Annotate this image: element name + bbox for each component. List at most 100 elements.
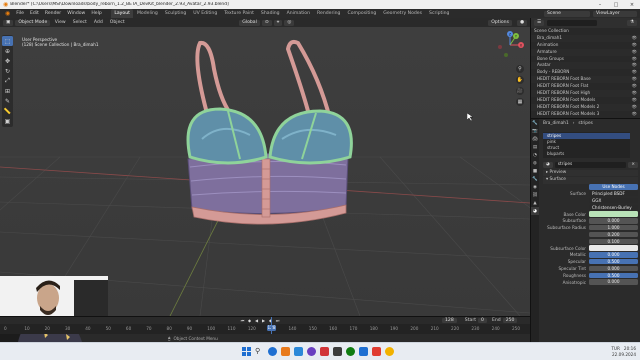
taskbar-app-icon[interactable] xyxy=(307,347,316,356)
rotate-icon[interactable]: ↻ xyxy=(2,66,13,76)
color-swatch[interactable] xyxy=(589,245,638,251)
visibility-eye-icon[interactable]: 👁 xyxy=(632,76,637,83)
camera-icon[interactable]: 🎥 xyxy=(516,87,524,95)
play-icon[interactable]: ▶ xyxy=(261,318,266,323)
close-button[interactable]: × xyxy=(624,2,640,8)
surface-shader-field[interactable]: Principled BSDF xyxy=(589,191,638,197)
visibility-eye-icon[interactable]: 👁 xyxy=(632,104,637,111)
bsdf-value-field[interactable]: 0.000 xyxy=(589,265,638,272)
material-name-field[interactable]: stripes xyxy=(554,162,627,169)
physics-tab-icon[interactable]: ◉ xyxy=(531,183,539,191)
taskbar-app-icon[interactable] xyxy=(268,347,277,356)
data-tab-icon[interactable]: ▲ xyxy=(531,199,539,207)
tab-layout[interactable]: Layout xyxy=(110,9,134,18)
start-frame-field[interactable]: 0 xyxy=(478,318,487,323)
outliner-editor-icon[interactable]: ☰ xyxy=(534,20,545,26)
scene-tab-icon[interactable]: ◔ xyxy=(531,151,539,159)
timeline-panel[interactable]: ⏮ ◆ ◀ ▶ ◆ ⏭ 128 Start 0 End 250 0 10 20 30 4… xyxy=(0,316,530,335)
menu-add[interactable]: Add xyxy=(91,20,105,25)
annotate-icon[interactable]: ✎ xyxy=(2,96,13,106)
view-layer-tab-icon[interactable]: ▤ xyxy=(531,143,539,151)
modifier-tab-icon[interactable]: 🔧 xyxy=(531,175,539,183)
taskbar-app-icon[interactable] xyxy=(385,347,394,356)
tab-uv-editing[interactable]: UV Editing xyxy=(190,9,221,18)
menu-view[interactable]: View xyxy=(52,20,68,25)
editor-type-button[interactable]: ▣ xyxy=(3,19,14,26)
tab-rendering[interactable]: Rendering xyxy=(314,9,344,18)
language-indicator[interactable]: TUR xyxy=(611,346,620,352)
tab-scripting[interactable]: Scripting xyxy=(426,9,453,18)
taskbar-app-icon[interactable] xyxy=(281,347,290,356)
snap-icon[interactable]: ⌖ xyxy=(273,19,283,26)
bsdf-value-field[interactable]: 1.000 xyxy=(589,225,638,231)
preview-section[interactable]: ▸ Preview xyxy=(543,169,638,177)
outliner-search-field[interactable] xyxy=(547,20,598,26)
scale-icon[interactable]: ⤢ xyxy=(2,76,13,86)
visibility-eye-icon[interactable]: 👁 xyxy=(632,56,637,63)
distribution-dropdown[interactable]: GGX xyxy=(589,197,638,204)
menu-window[interactable]: Window xyxy=(64,11,88,16)
outliner-row[interactable]: HEDIT REBORN Foot Models 👁 xyxy=(531,97,640,104)
menu-object[interactable]: Object xyxy=(107,20,127,25)
mode-dropdown[interactable]: Object Mode xyxy=(15,19,51,26)
zoom-icon[interactable]: ⚲ xyxy=(516,65,524,73)
current-frame-field[interactable]: 128 xyxy=(442,318,457,323)
color-swatch[interactable] xyxy=(589,211,638,217)
visibility-eye-icon[interactable]: 👁 xyxy=(632,42,637,49)
navigation-gizmo[interactable]: X Y Z xyxy=(494,31,526,59)
cursor-icon[interactable]: ⊕ xyxy=(2,46,13,56)
minimize-button[interactable]: – xyxy=(592,2,608,8)
jump-end-icon[interactable]: ⏭ xyxy=(275,318,280,323)
select-box-icon[interactable]: ⬚ xyxy=(2,36,13,46)
add-cube-icon[interactable]: ▣ xyxy=(2,116,13,126)
visibility-eye-icon[interactable]: 👁 xyxy=(632,35,637,42)
menu-help[interactable]: Help xyxy=(88,11,104,16)
outliner-row[interactable]: HEDIT REBORN Foot Models 3 👁 xyxy=(531,111,640,118)
outliner-row[interactable]: Armature 👁 xyxy=(531,48,640,56)
taskbar-app-icon[interactable] xyxy=(294,347,303,356)
jump-start-icon[interactable]: ⏮ xyxy=(240,318,245,323)
outliner-row[interactable]: HEDIT REBORN Foot Models 2 👁 xyxy=(531,103,640,111)
outliner-row[interactable]: HEDIT REBORN Foot Flat 👁 xyxy=(531,83,640,90)
outliner-row[interactable]: Animation 👁 xyxy=(531,42,640,49)
menu-render[interactable]: Render xyxy=(42,11,64,16)
end-frame-field[interactable]: 250 xyxy=(502,318,518,323)
transform-icon[interactable]: ⊞ xyxy=(2,86,13,96)
bsdf-value-field[interactable]: 0.200 xyxy=(589,231,638,238)
constraints-tab-icon[interactable]: ⛓ xyxy=(531,191,539,199)
blender-menu-icon[interactable]: ◉ xyxy=(2,10,13,17)
scene-selector[interactable]: Scene xyxy=(544,10,590,17)
tab-texture-paint[interactable]: Texture Paint xyxy=(221,9,258,18)
material-browse-icon[interactable]: ◕ xyxy=(543,162,553,169)
play-reverse-icon[interactable]: ◀ xyxy=(254,318,259,323)
system-tray[interactable]: TUR 20:16 22.09.2024 xyxy=(611,346,636,357)
outliner-row[interactable]: Bra_dimah1 👁 xyxy=(531,34,640,42)
transform-orientation-dropdown[interactable]: Global xyxy=(239,19,260,26)
taskbar-app-icon[interactable] xyxy=(372,347,381,356)
outliner-row[interactable]: Body - REBORN 👁 xyxy=(531,69,640,76)
proportional-icon[interactable]: ◎ xyxy=(284,19,295,26)
use-nodes-button[interactable]: Use Nodes xyxy=(589,184,638,190)
subsurface-method-dropdown[interactable]: Christensen-Burley xyxy=(589,204,638,211)
visibility-eye-icon[interactable]: 👁 xyxy=(632,111,637,118)
object-tab-icon[interactable]: ■ xyxy=(531,167,539,175)
visibility-eye-icon[interactable]: 👁 xyxy=(632,49,637,56)
world-tab-icon[interactable]: ◍ xyxy=(531,159,539,167)
maximize-button[interactable]: □ xyxy=(608,2,624,8)
tab-modeling[interactable]: Modeling xyxy=(133,9,161,18)
visibility-eye-icon[interactable]: 👁 xyxy=(632,83,637,90)
bsdf-value-field[interactable]: 0.500 xyxy=(589,272,638,279)
windows-start-icon[interactable] xyxy=(242,347,251,356)
bsdf-value-field[interactable]: 0.500 xyxy=(589,259,638,265)
viewport-options-button[interactable]: Options xyxy=(488,19,512,26)
visibility-eye-icon[interactable]: 👁 xyxy=(632,69,637,76)
tab-compositing[interactable]: Compositing xyxy=(344,9,380,18)
render-tab-icon[interactable]: 📷 xyxy=(531,127,539,135)
bra-model[interactable] xyxy=(170,39,370,239)
tab-sculpting[interactable]: Sculpting xyxy=(161,9,189,18)
clock-time[interactable]: 20:16 xyxy=(624,346,636,352)
visibility-eye-icon[interactable]: 👁 xyxy=(632,97,637,104)
filter-icon[interactable]: ⚗ xyxy=(626,20,637,26)
grid-icon[interactable]: ▦ xyxy=(516,98,524,106)
tool-tab-icon[interactable]: 🔧 xyxy=(531,119,539,127)
